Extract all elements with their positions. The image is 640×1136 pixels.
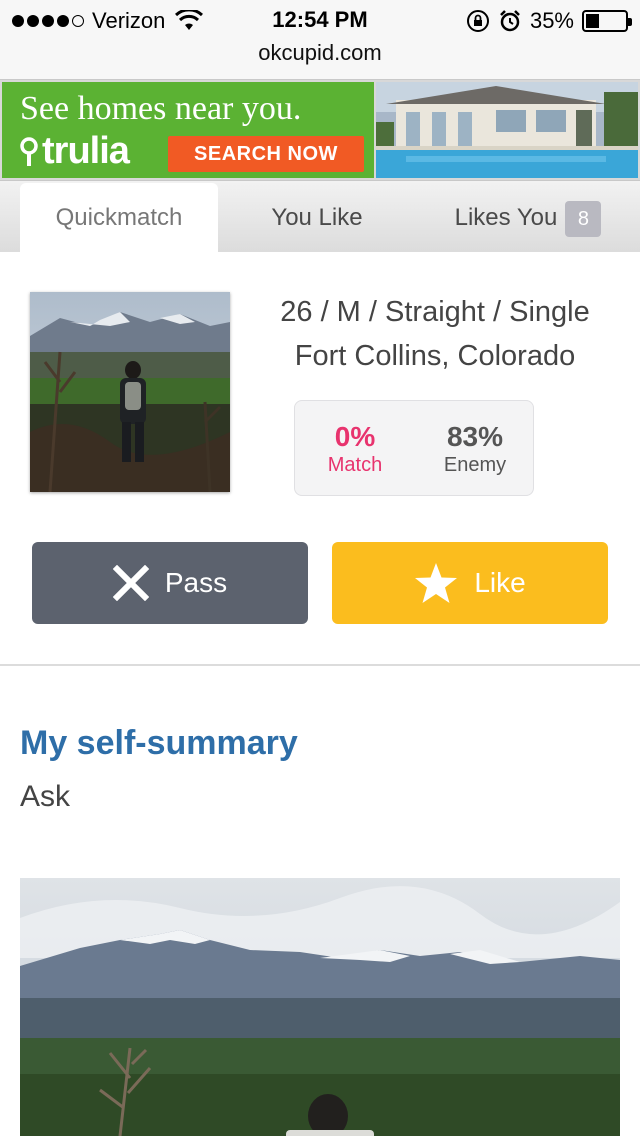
profile-photo[interactable] bbox=[30, 292, 230, 492]
star-icon bbox=[415, 563, 458, 603]
tab-label: You Like bbox=[271, 204, 363, 231]
profile-details: 26 / M / Straight / Single bbox=[280, 296, 590, 328]
profile-photo-large[interactable] bbox=[20, 878, 620, 1136]
pass-label: Pass bbox=[164, 567, 228, 598]
url-domain[interactable]: okcupid.com bbox=[258, 40, 382, 65]
status-indicators: 35% bbox=[466, 8, 632, 34]
ad-banner[interactable]: See homes near you. trulia SEARCH NOW bbox=[0, 80, 640, 180]
enemy-percentage: 83% bbox=[446, 421, 504, 452]
battery-icon bbox=[582, 10, 632, 32]
close-icon bbox=[112, 565, 149, 601]
match-percentage: 0% bbox=[334, 421, 376, 452]
location-pin-icon bbox=[20, 136, 38, 166]
profile-location: Fort Collins, Colorado bbox=[294, 340, 576, 372]
like-button[interactable]: Like bbox=[332, 542, 608, 624]
status-bar: Verizon 12:54 PM 35% bbox=[0, 0, 640, 40]
tab-label: Likes You bbox=[454, 204, 558, 231]
ad-search-button[interactable]: SEARCH NOW bbox=[168, 136, 364, 172]
tab-you-like[interactable]: You Like bbox=[218, 183, 416, 253]
ad-house-photo[interactable] bbox=[376, 82, 638, 178]
tab-label: Quickmatch bbox=[55, 204, 183, 231]
match-label: Match bbox=[327, 454, 383, 476]
battery-level bbox=[586, 14, 600, 28]
battery-percent: 35% bbox=[529, 8, 574, 33]
enemy-label: Enemy bbox=[443, 454, 507, 476]
match-tabs: Quickmatch You Like Likes You 8 bbox=[0, 180, 640, 253]
alarm-icon bbox=[500, 10, 520, 32]
self-summary-heading: My self-summary bbox=[20, 724, 298, 762]
like-label: Like bbox=[474, 567, 526, 598]
ad-headline: See homes near you. bbox=[20, 90, 302, 127]
self-summary-text: Ask bbox=[20, 780, 71, 813]
section-divider bbox=[0, 664, 640, 666]
ad-text-panel[interactable]: See homes near you. trulia SEARCH NOW bbox=[2, 82, 374, 178]
enemy-stat: 83% Enemy bbox=[415, 421, 535, 477]
likes-count-badge: 8 bbox=[565, 200, 602, 237]
tab-likes-you[interactable]: Likes You 8 bbox=[416, 183, 640, 253]
ad-brand-logo: trulia bbox=[20, 130, 130, 173]
rotation-lock-icon bbox=[466, 10, 489, 32]
ad-brand-name: trulia bbox=[42, 130, 130, 172]
tab-quickmatch[interactable]: Quickmatch bbox=[20, 183, 218, 253]
pass-button[interactable]: Pass bbox=[32, 542, 308, 624]
match-stat: 0% Match bbox=[295, 421, 415, 477]
url-bar[interactable]: okcupid.com bbox=[0, 40, 640, 80]
match-stats: 0% Match 83% Enemy bbox=[294, 400, 534, 496]
